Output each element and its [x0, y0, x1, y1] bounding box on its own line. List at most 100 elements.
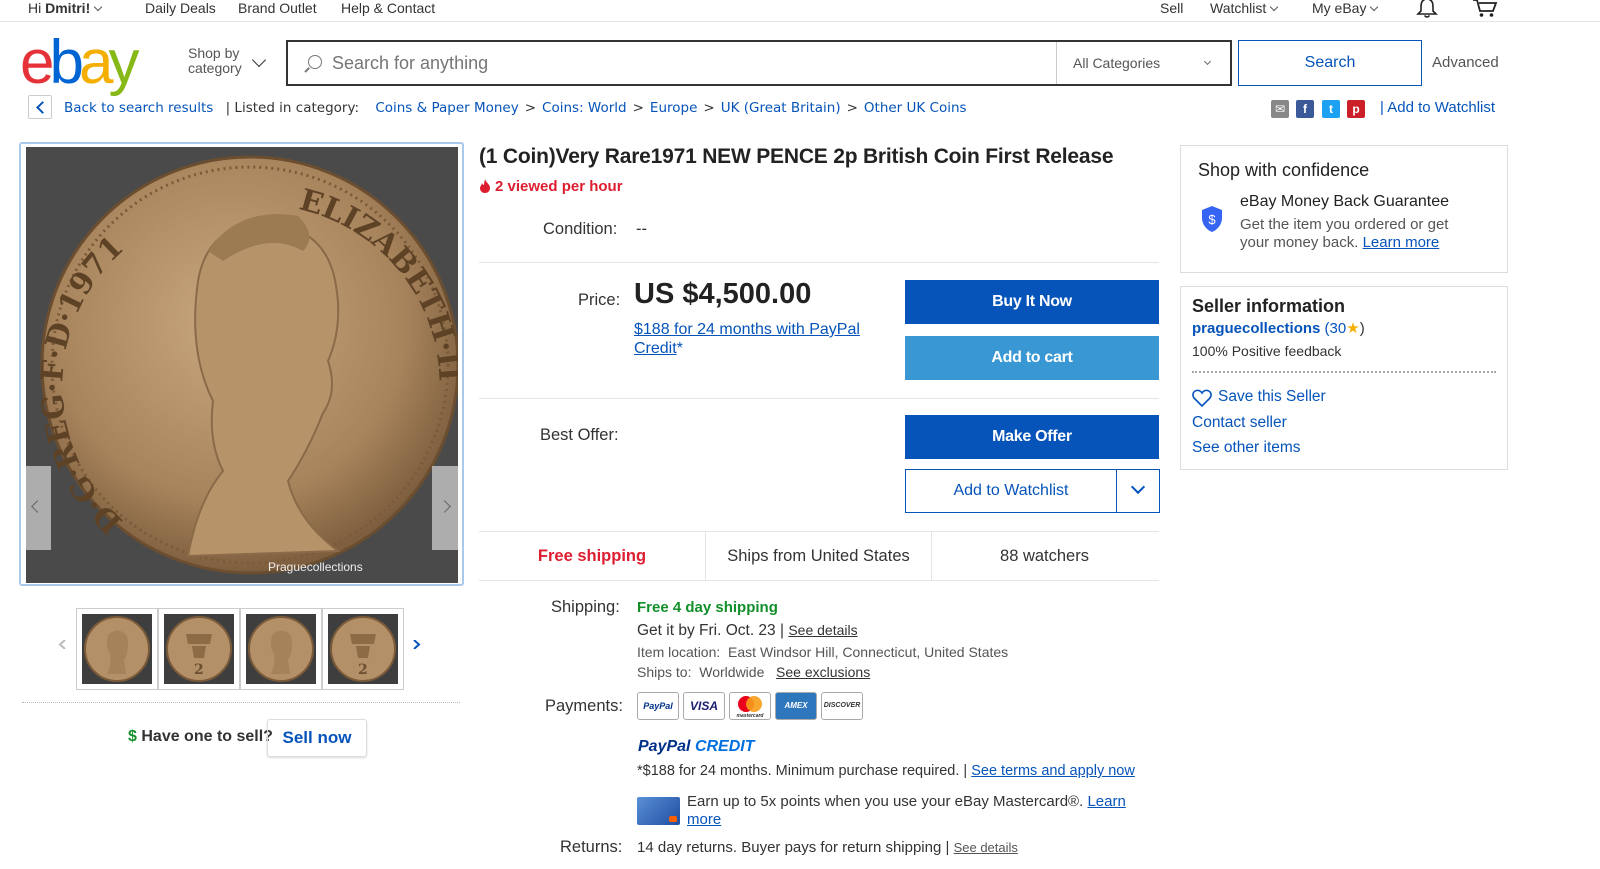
breadcrumb-item[interactable]: UK (Great Britain) — [721, 100, 841, 116]
breadcrumb-item[interactable]: Coins: World — [542, 100, 627, 116]
save-seller-link[interactable]: Save this Seller — [1218, 388, 1326, 406]
viewed-per-hour: 2 viewed per hour — [479, 178, 623, 195]
positive-feedback: 100% Positive feedback — [1192, 343, 1342, 359]
main-image: D·G·REG·F·D·1971 ELIZABETH·II Praguecoll… — [26, 147, 458, 583]
thumbnails-prev-icon[interactable] — [58, 640, 67, 649]
twitter-icon[interactable]: t — [1322, 100, 1340, 118]
buy-it-now-button[interactable]: Buy It Now — [905, 280, 1159, 324]
returns-label: Returns: — [560, 838, 623, 856]
brand-outlet-link[interactable]: Brand Outlet — [238, 0, 317, 16]
thumbnail-obverse-2[interactable] — [240, 608, 322, 690]
guarantee-title: eBay Money Back Guarantee — [1240, 193, 1450, 210]
email-icon[interactable]: ✉ — [1271, 100, 1289, 118]
see-exclusions-link[interactable]: See exclusions — [776, 664, 870, 680]
have-one-to-sell: $ Have one to sell? — [128, 728, 273, 745]
paypal-credit-offer-link[interactable]: $188 for 24 months with PayPal Credit* — [634, 320, 894, 358]
search-input[interactable] — [332, 50, 1032, 76]
cart-icon[interactable] — [1472, 0, 1498, 18]
thumbnail-reverse-2[interactable]: 2 — [322, 608, 404, 690]
watchlist-menu[interactable]: Watchlist — [1210, 0, 1279, 16]
heart-icon[interactable] — [1192, 389, 1212, 407]
thumbnails-next-icon[interactable] — [412, 640, 421, 649]
thumbnail-reverse-1[interactable]: 2 — [158, 608, 240, 690]
guarantee-text: your money back. Learn more — [1240, 234, 1440, 251]
chevron-left-icon — [31, 500, 44, 513]
chevron-down-icon — [1370, 2, 1379, 12]
ebay-logo[interactable]: ebay — [20, 32, 139, 94]
daily-deals-link[interactable]: Daily Deals — [145, 0, 216, 16]
returns-value: 14 day returns. Buyer pays for return sh… — [637, 839, 1018, 856]
best-offer-label: Best Offer: — [540, 426, 619, 444]
condition-value: -- — [636, 220, 647, 238]
coin-obverse-image: D·G·REG·F·D·1971 ELIZABETH·II Praguecoll… — [38, 155, 458, 575]
feedback-score-link[interactable]: (30 — [1325, 320, 1347, 337]
breadcrumb-item[interactable]: Europe — [650, 100, 697, 116]
search-button[interactable]: Search — [1238, 40, 1422, 86]
seller-name-link[interactable]: praguecollections — [1192, 320, 1320, 337]
divider — [479, 398, 1159, 399]
shield-icon: $ — [1202, 206, 1222, 232]
svg-text:$: $ — [1208, 212, 1216, 227]
divider — [479, 262, 1159, 263]
svg-text:mastercard: mastercard — [737, 713, 765, 719]
greeting[interactable]: Hi Dmitri! — [28, 0, 103, 16]
category-select[interactable]: All Categories — [1056, 42, 1230, 84]
add-to-watchlist-link[interactable]: | Add to Watchlist — [1380, 99, 1495, 116]
credit-terms: *$188 for 24 months. Minimum purchase re… — [637, 763, 1135, 779]
see-details-link[interactable]: See details — [788, 622, 857, 638]
breadcrumb-item[interactable]: Other UK Coins — [864, 100, 967, 116]
add-to-watchlist-button[interactable]: Add to Watchlist — [905, 469, 1160, 513]
shipping-label: Shipping: — [551, 598, 620, 616]
chevron-down-icon[interactable] — [251, 52, 267, 68]
bell-icon[interactable] — [1416, 0, 1438, 18]
divider — [22, 702, 460, 703]
condition-label: Condition: — [543, 220, 618, 238]
main-image-viewer[interactable]: D·G·REG·F·D·1971 ELIZABETH·II Praguecoll… — [19, 142, 464, 586]
paypal-credit-logo: PayPal CREDIT — [638, 738, 755, 755]
guarantee-learn-more-link[interactable]: Learn more — [1363, 234, 1440, 251]
advanced-search-link[interactable]: Advanced — [1432, 54, 1499, 71]
breadcrumb-item[interactable]: Coins & Paper Money — [375, 100, 518, 116]
svg-text:2: 2 — [194, 662, 204, 678]
listed-in-label: | Listed in category: — [225, 100, 360, 116]
free-shipping-badge: Free shipping — [537, 547, 647, 565]
make-offer-button[interactable]: Make Offer — [905, 415, 1159, 459]
chevron-down-icon — [94, 2, 103, 12]
add-to-cart-button[interactable]: Add to cart — [905, 336, 1159, 380]
chevron-down-icon — [1130, 479, 1146, 495]
search-bar: All Categories — [286, 40, 1232, 86]
item-location: Item location: East Windsor Hill, Connec… — [637, 644, 1009, 660]
price-value: US $4,500.00 — [634, 278, 812, 310]
help-contact-link[interactable]: Help & Contact — [341, 0, 435, 16]
returns-details-link[interactable]: See details — [954, 840, 1018, 855]
previous-image-button[interactable] — [21, 466, 51, 550]
see-terms-link[interactable]: See terms and apply now — [971, 763, 1135, 779]
thumbnail-obverse-1[interactable] — [76, 608, 158, 690]
contact-seller-link[interactable]: Contact seller — [1192, 414, 1287, 432]
star-icon: ★ — [1346, 320, 1360, 337]
sell-now-button[interactable]: Sell now — [267, 719, 367, 757]
visa-icon: VISA — [683, 692, 725, 720]
amex-icon: AMEX — [775, 692, 817, 720]
divider — [1192, 371, 1496, 373]
back-chevron-icon[interactable] — [28, 95, 52, 119]
svg-text:2: 2 — [358, 662, 368, 678]
pinterest-icon[interactable]: p — [1347, 100, 1365, 118]
back-to-results-link[interactable]: Back to search results — [64, 100, 213, 116]
chevron-down-icon — [1203, 57, 1212, 66]
fire-icon — [480, 179, 490, 193]
ships-to: Ships to: Worldwide See exclusions — [637, 664, 871, 680]
sell-link[interactable]: Sell — [1160, 0, 1183, 16]
breadcrumb: Back to search results | Listed in categ… — [64, 100, 967, 116]
seller-title: Seller information — [1192, 296, 1346, 316]
shop-by-category[interactable]: Shop by category — [188, 46, 242, 76]
next-image-button[interactable] — [432, 466, 462, 550]
price-label: Price: — [578, 291, 621, 309]
payments-label: Payments: — [545, 697, 623, 715]
facebook-icon[interactable]: f — [1296, 100, 1314, 118]
watchlist-options-button[interactable] — [1116, 470, 1159, 512]
ships-from: Ships from United States — [705, 532, 931, 580]
mastercard-icon: mastercard — [729, 692, 771, 720]
see-other-items-link[interactable]: See other items — [1192, 439, 1301, 457]
my-ebay-menu[interactable]: My eBay — [1312, 0, 1379, 16]
